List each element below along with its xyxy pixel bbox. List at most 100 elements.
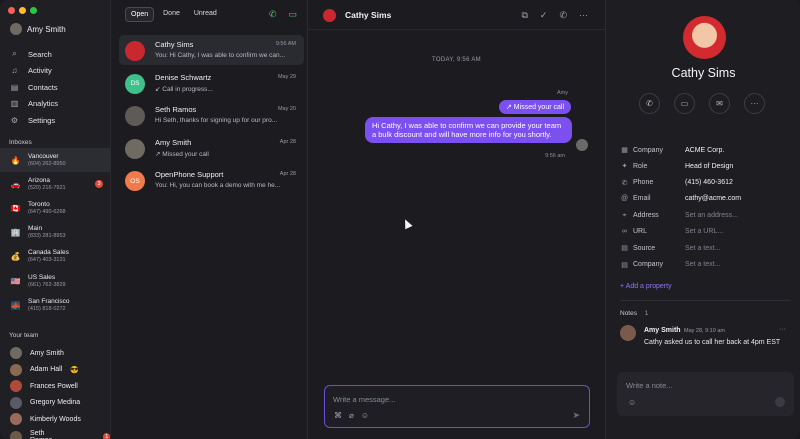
inbox-name: San Francisco <box>28 297 70 305</box>
emoji-icon[interactable]: ☺ <box>361 411 369 420</box>
unread-badge: 3 <box>95 180 103 189</box>
conversation-name: OpenPhone Support <box>155 170 224 179</box>
conversation-item[interactable]: OS OpenPhone Support Apr 28 You: Hi, you ca… <box>119 165 304 195</box>
note-input[interactable]: Write a note... <box>626 381 673 390</box>
property-row[interactable]: @ Email cathy@acme.com <box>620 195 741 202</box>
nav-label: Search <box>28 49 52 59</box>
conversation-item[interactable]: Cathy Sims 9:56 AM You: Hi Cathy, I was ab… <box>119 35 304 65</box>
attachment-icon[interactable]: ⌀ <box>349 411 354 420</box>
user-name: Amy Smith <box>27 24 66 34</box>
property-label: Address <box>633 212 659 220</box>
chat-header-actions: ⧉ ✓ ✆ ··· <box>521 10 588 21</box>
message-bubble: Hi Cathy, I was able to confirm we can p… <box>365 117 572 143</box>
property-value[interactable]: Set a text... <box>685 245 720 252</box>
notes-count: 1 <box>644 310 649 317</box>
property-value[interactable]: Set a URL... <box>685 228 723 235</box>
conversation-date: 9:56 AM <box>275 41 296 47</box>
minimize-window-button[interactable] <box>19 7 26 14</box>
nav-item-activity[interactable]: ♫ Activity <box>10 63 58 80</box>
avatar <box>10 413 22 425</box>
property-value[interactable]: ACME Corp. <box>685 147 724 154</box>
property-value[interactable]: Head of Design <box>685 163 733 170</box>
inbox-item[interactable]: 🌉 San Francisco (415) 818-0272 <box>0 293 111 317</box>
property-row[interactable]: ⌖ Address Set an address... <box>620 212 738 220</box>
analytics-icon: ▥ <box>10 99 19 109</box>
bell-icon: ♫ <box>11 66 18 76</box>
inbox-name: Main <box>28 225 43 233</box>
team-member[interactable]: Adam Hall 😎 <box>10 363 79 376</box>
emoji-icon[interactable]: ☺ <box>628 398 636 407</box>
tab-open[interactable]: Open <box>125 7 155 22</box>
avatar: DS <box>125 73 145 94</box>
property-value[interactable]: Set an address... <box>685 212 738 219</box>
team-member[interactable]: Amy Smith <box>10 347 64 359</box>
add-property-button[interactable]: + Add a property <box>620 283 672 290</box>
property-icon: ✆ <box>621 179 628 187</box>
tab-unread[interactable]: Unread <box>189 7 222 22</box>
inbox-item[interactable]: 🇺🇸 US Sales (661) 762-3829 <box>0 269 111 293</box>
nav-item-search[interactable]: ⌕ Search <box>10 46 58 63</box>
share-icon[interactable]: ⧉ <box>521 10 527 21</box>
nav-item-analytics[interactable]: ▥ Analytics <box>10 96 58 113</box>
call-button[interactable]: ✆ <box>639 93 660 114</box>
inbox-item[interactable]: 🔥 Vancouver (604) 262-8950 <box>0 148 111 172</box>
tab-done[interactable]: Done <box>158 7 185 22</box>
conversation-item[interactable]: DS Denise Schwartz May 29 ↙ Call in progres… <box>119 68 304 98</box>
nav-label: Analytics <box>28 99 59 109</box>
more-icon[interactable]: ··· <box>579 10 588 21</box>
inbox-name: Arizona <box>28 176 51 184</box>
property-row[interactable]: ∞ URL Set a URL... <box>620 228 723 235</box>
current-user[interactable]: Amy Smith <box>10 23 66 35</box>
new-call-icon[interactable]: ✆ <box>269 9 277 20</box>
send-note-button[interactable] <box>775 397 785 407</box>
email-button[interactable]: ✉ <box>709 93 730 114</box>
property-value[interactable]: Set a text... <box>685 261 720 268</box>
inbox-item[interactable]: 💰 Canada Sales (647) 403-3131 <box>0 245 111 269</box>
conversation-date: May 29 <box>277 73 296 80</box>
more-button[interactable]: ··· <box>744 93 765 114</box>
notes-label: Notes <box>620 310 637 317</box>
property-row[interactable]: ✆ Phone (415) 460-3612 <box>620 179 733 187</box>
new-message-icon[interactable]: ▭ <box>288 9 297 20</box>
nav-item-settings[interactable]: ⚙ Settings <box>10 112 58 129</box>
inbox-number: (647) 403-3131 <box>28 257 66 264</box>
property-row[interactable]: ▦ Company ACME Corp. <box>620 146 724 155</box>
property-value[interactable]: cathy@acme.com <box>685 195 741 202</box>
message-input[interactable]: Write a message... <box>333 395 395 404</box>
conversation-item[interactable]: Amy Smith Apr 28 ↗ Missed your call <box>119 133 304 163</box>
team-member[interactable]: Kimberly Woods <box>10 413 81 425</box>
maximize-window-button[interactable] <box>30 7 37 14</box>
conversation-name: Seth Ramos <box>155 105 197 114</box>
property-row[interactable]: ▤ Source Set a text... <box>620 244 720 253</box>
send-icon[interactable]: ➤ <box>572 410 580 421</box>
team-member[interactable]: Frances Powell <box>10 380 78 392</box>
contact-actions: ✆ ▭ ✉ ··· <box>639 93 765 114</box>
inbox-item[interactable]: 🏢 Main (833) 281-8953 <box>0 221 111 245</box>
call-icon[interactable]: ✆ <box>559 10 567 21</box>
snippet-icon[interactable]: ⌘ <box>334 411 342 420</box>
inbox-item[interactable]: 🚗 Arizona (520) 216-7921 3 <box>0 172 111 196</box>
property-row[interactable]: ✦ Role Head of Design <box>620 162 734 171</box>
team-member[interactable]: Seth Ramos 1 <box>10 430 110 439</box>
property-icon: ▦ <box>621 147 628 154</box>
mark-done-icon[interactable]: ✓ <box>540 10 548 21</box>
nav-item-contacts[interactable]: ▤ Contacts <box>10 79 58 96</box>
team-member[interactable]: Gregory Medina <box>10 396 80 409</box>
property-icon: @ <box>620 195 629 203</box>
message-button[interactable]: ▭ <box>674 93 695 114</box>
message-composer[interactable]: Write a message... ⌘ ⌀ ☺ ➤ <box>324 385 590 428</box>
property-label: Phone <box>633 179 654 187</box>
window-controls <box>8 7 37 14</box>
property-label: URL <box>633 228 648 235</box>
more-icon[interactable]: ··· <box>779 326 786 333</box>
inbox-text: US Sales (661) 762-3829 <box>28 274 66 289</box>
note-composer[interactable]: Write a note... ☺ <box>617 372 794 416</box>
close-window-button[interactable] <box>8 7 15 14</box>
property-value[interactable]: (415) 460-3612 <box>685 179 733 186</box>
property-row[interactable]: ▤ Company Set a text... <box>620 261 720 269</box>
property-icon: ∞ <box>622 228 627 235</box>
conversation-item[interactable]: Seth Ramos May 20 Hi Seth, thanks for sign… <box>119 100 304 130</box>
inbox-text: Canada Sales (647) 403-3131 <box>28 249 69 264</box>
inbox-item[interactable]: 🇨🇦 Toronto (647) 490-6268 <box>0 196 111 220</box>
gear-icon: ⚙ <box>10 115 19 125</box>
